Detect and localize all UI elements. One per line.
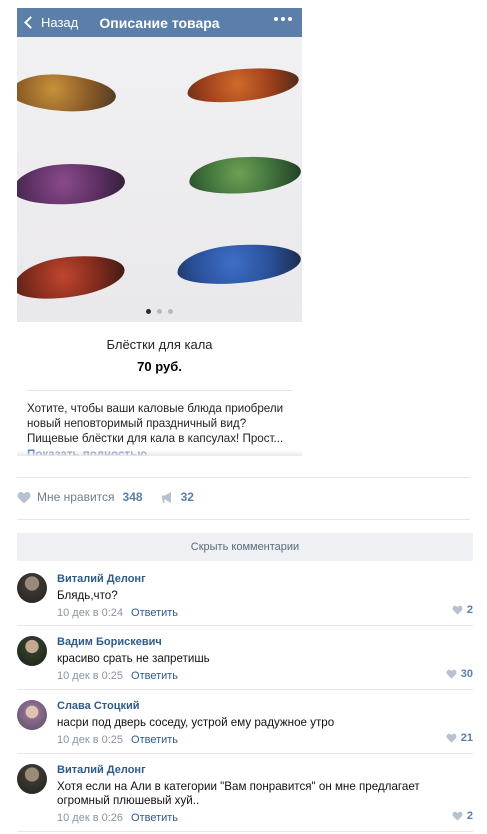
comment-text-line: огромный плюшевый хуй..	[57, 794, 200, 807]
comment-like-button[interactable]: 2	[452, 604, 473, 616]
reply-link[interactable]: Ответить	[131, 670, 178, 682]
comment-date: 10 дек в 0:26	[57, 812, 124, 824]
comment: Виталий Делонг Блядь,что? 10 дек в 0:24 …	[17, 566, 473, 626]
pager-dot[interactable]	[157, 309, 162, 314]
product-price: 70 руб.	[137, 359, 182, 374]
like-label: Мне нравится	[37, 490, 115, 504]
heart-icon	[452, 605, 463, 615]
product-screenshot: Назад Описание товара Блёстки для кала 7…	[17, 8, 302, 456]
hide-comments-button[interactable]: Скрыть комментарии	[17, 533, 473, 561]
comment-date: 10 дек в 0:25	[57, 734, 124, 746]
comment-author[interactable]: Виталий Делонг	[57, 764, 473, 776]
post-actions: Мне нравится 348 32	[17, 490, 194, 504]
back-label: Назад	[41, 15, 79, 30]
heart-icon	[452, 811, 463, 821]
product-image-gallery[interactable]	[17, 37, 302, 322]
reply-link[interactable]: Ответить	[131, 734, 178, 746]
divider	[17, 519, 470, 520]
description-line: Хотите, чтобы ваши каловые блюда приобре…	[27, 402, 284, 415]
share-count: 32	[180, 490, 194, 504]
comment-author[interactable]: Слава Стоцкий	[57, 700, 473, 712]
avatar[interactable]	[17, 700, 47, 730]
comment-author[interactable]: Вадим Борискевич	[57, 636, 473, 648]
back-button[interactable]: Назад	[17, 15, 78, 30]
comments-list: Виталий Делонг Блядь,что? 10 дек в 0:24 …	[17, 566, 473, 832]
description-line: новый неповторимый праздничный вид?	[27, 417, 247, 430]
divider	[17, 477, 470, 478]
comment: Слава Стоцкий насри под дверь соседу, ус…	[17, 690, 473, 754]
heart-icon	[446, 669, 457, 679]
comment-like-count: 2	[466, 604, 473, 616]
reply-link[interactable]: Ответить	[131, 812, 178, 824]
avatar[interactable]	[17, 573, 47, 603]
product-info: Блёстки для кала 70 руб.	[17, 322, 302, 374]
chevron-left-icon	[24, 16, 37, 29]
comment: Виталий Делонг Хотя если на Али в катего…	[17, 754, 473, 832]
comment-like-button[interactable]: 30	[446, 668, 473, 680]
navbar: Назад Описание товара	[17, 8, 302, 37]
more-options-icon[interactable]	[274, 17, 292, 21]
avatar[interactable]	[17, 636, 47, 666]
comment-text: Хотя если на Али в категории "Вам понрав…	[57, 780, 473, 808]
bottom-fade	[17, 450, 302, 456]
heart-icon	[446, 733, 457, 743]
comment: Вадим Борискевич красиво срать не запрет…	[17, 626, 473, 690]
like-count: 348	[122, 490, 143, 504]
product-name: Блёстки для кала	[106, 337, 213, 352]
heart-icon	[17, 491, 31, 504]
like-button[interactable]: Мне нравится 348	[17, 490, 143, 504]
comment-text-line: Хотя если на Али в категории "Вам понрав…	[57, 780, 420, 793]
comment-like-count: 21	[460, 732, 473, 744]
comment-date: 10 дек в 0:25	[57, 670, 124, 682]
pager-dot-active[interactable]	[146, 309, 151, 314]
comment-like-button[interactable]: 21	[446, 732, 473, 744]
comment-text: насри под дверь соседу, устрой ему радуж…	[57, 716, 335, 729]
comment-date: 10 дек в 0:24	[57, 607, 124, 619]
comment-like-count: 30	[460, 668, 473, 680]
share-button[interactable]: 32	[161, 490, 194, 504]
pager-dot[interactable]	[168, 309, 173, 314]
gallery-pager[interactable]	[17, 309, 302, 314]
description-line: Пищевые блёстки для кала в капсулах! Про…	[27, 432, 284, 445]
product-description: Хотите, чтобы ваши каловые блюда приобре…	[17, 391, 302, 446]
reply-link[interactable]: Ответить	[131, 607, 178, 619]
comment-text: Блядь,что?	[57, 589, 118, 602]
megaphone-icon	[161, 491, 175, 504]
comment-author[interactable]: Виталий Делонг	[57, 573, 473, 585]
avatar[interactable]	[17, 764, 47, 794]
comment-like-button[interactable]: 2	[452, 810, 473, 822]
comment-text: красиво срать не запретишь	[57, 652, 210, 665]
comment-like-count: 2	[466, 810, 473, 822]
